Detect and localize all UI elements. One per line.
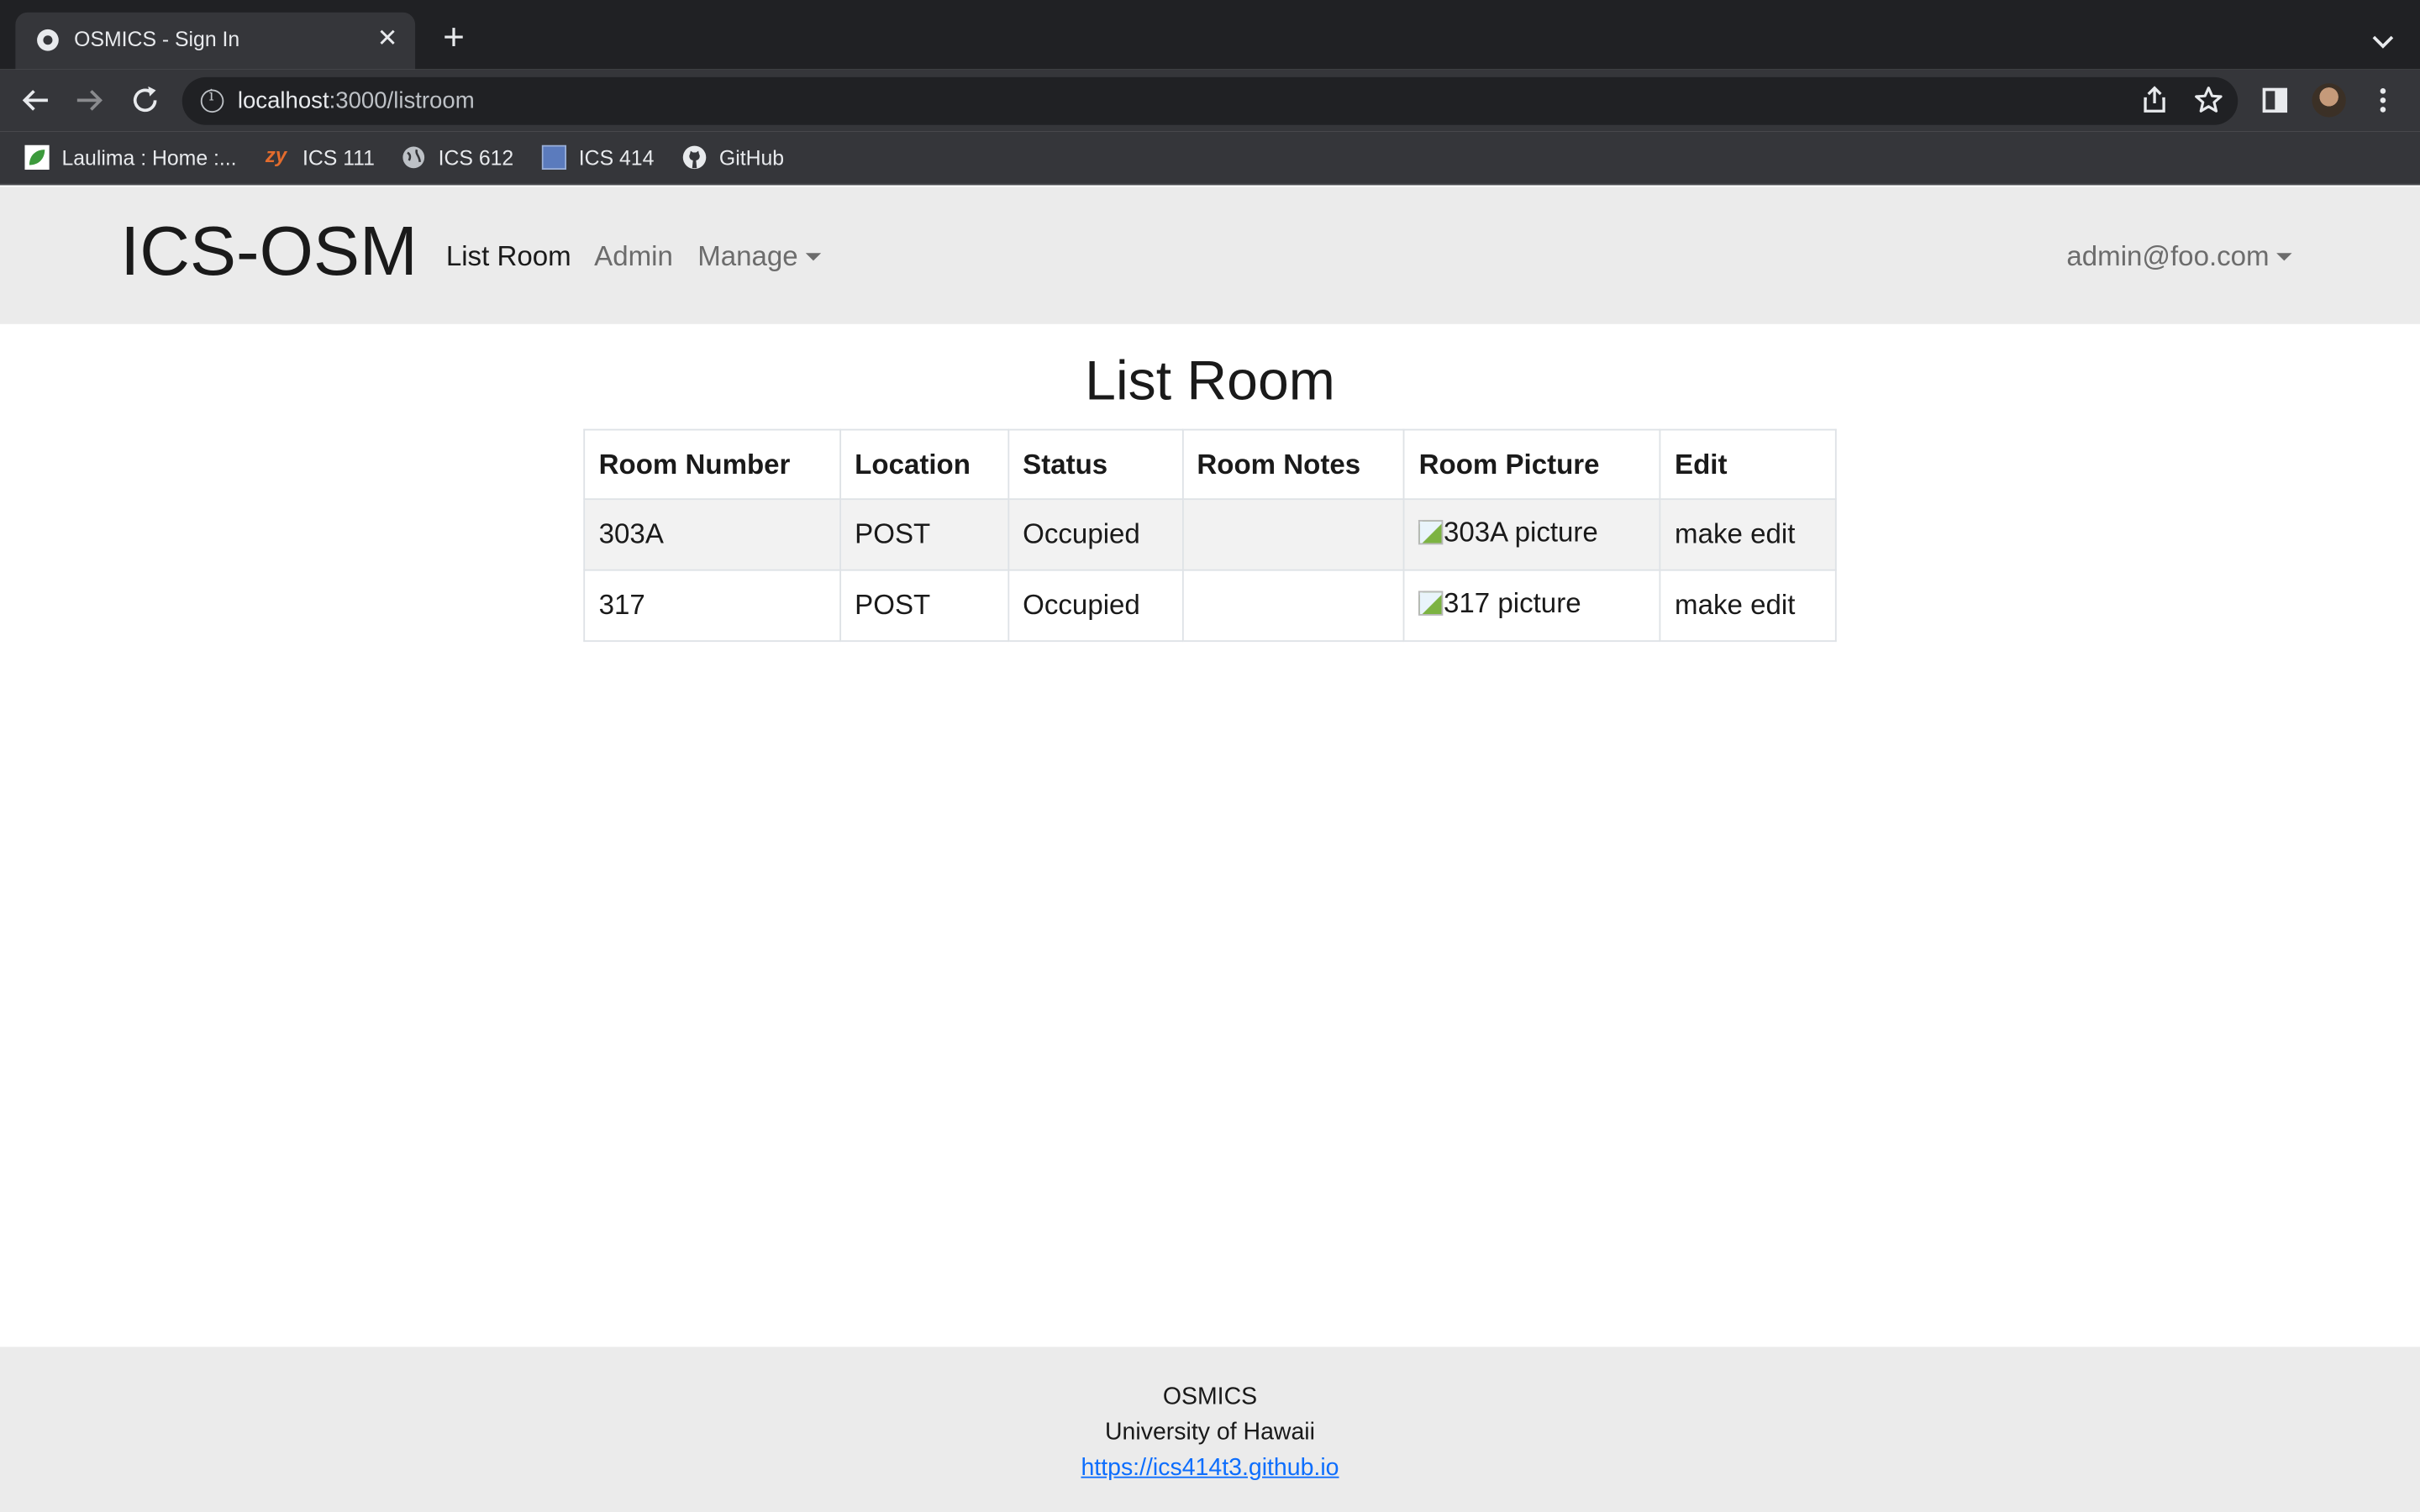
room-picture-broken-image: 303A picture [1418, 517, 1598, 549]
page-title: List Room [1085, 349, 1335, 412]
column-header-room-notes: Room Notes [1181, 428, 1406, 501]
room-table: Room Number Location Status Room Notes R… [583, 428, 1837, 643]
bookmark-star-icon[interactable] [2190, 81, 2227, 118]
tab-title: OSMICS - Sign In [74, 28, 240, 51]
profile-avatar[interactable] [2312, 83, 2346, 118]
bookmarks-bar: Laulima : Home :... zy ICS 111 ICS 612 I… [0, 131, 2420, 186]
room-picture-broken-image: 317 picture [1418, 587, 1581, 620]
page-footer: OSMICS University of Hawaii https://ics4… [0, 1347, 2420, 1512]
side-panel-icon[interactable] [2256, 81, 2293, 118]
broken-image-icon [1418, 520, 1444, 545]
globe-icon [402, 146, 425, 169]
browser-window: OSMICS - Sign In ✕ + localhost:3000/list… [0, 0, 2420, 1512]
column-header-room-picture: Room Picture [1403, 428, 1661, 501]
nav-list-room[interactable]: List Room [446, 241, 571, 274]
bookmark-ics-414[interactable]: ICS 414 [541, 144, 654, 171]
table-row: 303A POST Occupied 303A picture make edi… [583, 498, 1837, 571]
chevron-down-icon [2276, 253, 2293, 261]
column-header-status: Status [1007, 428, 1183, 501]
cell-room-notes [1181, 498, 1406, 571]
footer-org: OSMICS [1162, 1383, 1258, 1410]
browser-tab[interactable]: OSMICS - Sign In ✕ [15, 12, 416, 70]
cell-room-picture: 303A picture [1403, 498, 1661, 571]
table-row: 317 POST Occupied 317 picture make edit [583, 569, 1837, 643]
column-header-room-number: Room Number [583, 428, 841, 501]
site-favicon-icon [37, 29, 59, 51]
nav-manage-dropdown[interactable]: Manage [697, 241, 822, 274]
leaf-icon [24, 144, 50, 171]
browser-toolbar: localhost:3000/listroom [0, 69, 2420, 132]
site-info-icon[interactable] [200, 88, 224, 113]
user-menu-dropdown[interactable]: admin@foo.com [2066, 241, 2293, 274]
footer-link[interactable]: https://ics414t3.github.io [1081, 1455, 1339, 1481]
share-icon[interactable] [2136, 81, 2173, 118]
column-header-edit: Edit [1659, 428, 1837, 501]
back-arrow-icon[interactable] [17, 81, 54, 118]
brand-logo[interactable]: ICS-OSM [120, 212, 418, 292]
cell-location: POST [839, 498, 1009, 571]
table-header-row: Room Number Location Status Room Notes R… [583, 428, 1837, 501]
broken-image-icon [1418, 591, 1444, 617]
cell-room-number: 317 [583, 569, 841, 643]
browser-menu-icon[interactable] [2365, 81, 2402, 118]
tab-search-chevron-icon[interactable] [2365, 24, 2402, 60]
forward-arrow-icon[interactable] [71, 81, 108, 118]
cell-room-picture: 317 picture [1403, 569, 1661, 643]
cell-location: POST [839, 569, 1009, 643]
github-icon [682, 145, 707, 170]
cell-edit-link[interactable]: make edit [1659, 498, 1837, 571]
address-bar[interactable]: localhost:3000/listroom [182, 76, 2238, 125]
nav-admin[interactable]: Admin [594, 241, 673, 274]
column-header-location: Location [839, 428, 1009, 501]
bookmark-ics-111[interactable]: zy ICS 111 [266, 144, 375, 171]
cell-room-notes [1181, 569, 1406, 643]
bookmark-github[interactable]: GitHub [682, 144, 784, 171]
new-tab-icon[interactable]: + [435, 19, 472, 57]
tab-strip: OSMICS - Sign In ✕ + [0, 0, 2420, 70]
cell-edit-link[interactable]: make edit [1659, 569, 1837, 643]
close-tab-icon[interactable]: ✕ [372, 24, 403, 55]
footer-university: University of Hawaii [1104, 1419, 1315, 1446]
cell-room-number: 303A [583, 498, 841, 571]
reload-icon[interactable] [127, 81, 164, 118]
zybooks-icon: zy [265, 143, 287, 167]
cell-status: Occupied [1007, 498, 1183, 571]
app-navbar: ICS-OSM List Room Admin Manage admin@foo… [0, 186, 2420, 324]
chevron-down-icon [805, 253, 822, 261]
square-icon [541, 144, 567, 171]
cell-status: Occupied [1007, 569, 1183, 643]
bookmark-laulima[interactable]: Laulima : Home :... [24, 144, 237, 171]
bookmark-ics-612[interactable]: ICS 612 [402, 144, 513, 171]
url-text: localhost:3000/listroom [237, 87, 475, 114]
